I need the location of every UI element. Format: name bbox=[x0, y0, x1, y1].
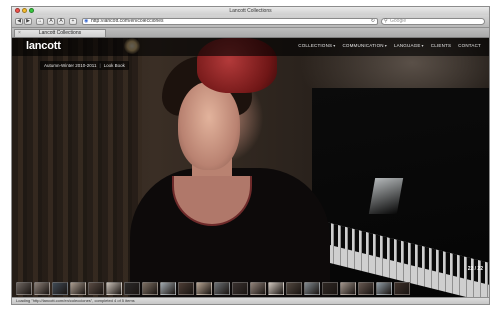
nav-label: COLLECTIONS bbox=[298, 43, 333, 48]
thumbnail[interactable] bbox=[88, 282, 104, 295]
tab-lancott-collections[interactable]: × Lancott Collections bbox=[14, 29, 106, 37]
reload-icon[interactable]: ↻ bbox=[371, 19, 375, 24]
back-arrow-icon: ◀ bbox=[17, 18, 21, 24]
nav-label: COMMUNICATION bbox=[342, 43, 384, 48]
thumbnail[interactable] bbox=[196, 282, 212, 295]
nav-language[interactable]: LANGUAGE ▾ bbox=[394, 43, 424, 48]
thumbnail[interactable] bbox=[214, 282, 230, 295]
thumbnail[interactable] bbox=[106, 282, 122, 295]
thumbnail[interactable] bbox=[52, 282, 68, 295]
address-text: http://lancott.com/en/colecciones bbox=[91, 18, 164, 24]
browser-window: Lancott Collections ◀ ▶ ⌂ A A + ◉ http:/… bbox=[11, 6, 490, 305]
thumbnail[interactable] bbox=[304, 282, 320, 295]
page-content: lancott COLLECTIONS ▾ COMMUNICATION ▾ LANG… bbox=[12, 38, 489, 299]
tab-label: Lancott Collections bbox=[38, 30, 82, 36]
thumbnail[interactable] bbox=[34, 282, 50, 295]
thumbnail[interactable] bbox=[160, 282, 176, 295]
thumbnail[interactable] bbox=[286, 282, 302, 295]
thumbnail[interactable] bbox=[178, 282, 194, 295]
search-icon: ⚲ bbox=[384, 18, 388, 24]
site-logo[interactable]: lancott bbox=[26, 39, 61, 53]
forward-button[interactable]: ▶ bbox=[24, 18, 32, 25]
nav-label: LANGUAGE bbox=[393, 43, 421, 48]
chevron-down-icon: ▾ bbox=[333, 43, 336, 48]
home-button[interactable]: ⌂ bbox=[36, 18, 44, 25]
thumbnail[interactable] bbox=[16, 282, 32, 295]
add-bookmark-button[interactable]: + bbox=[69, 18, 77, 25]
thumbnail[interactable] bbox=[376, 282, 392, 295]
nav-clients[interactable]: CLIENTS bbox=[431, 43, 451, 48]
text-larger-button[interactable]: A bbox=[57, 18, 65, 25]
model-face bbox=[178, 82, 240, 170]
search-placeholder: Google bbox=[390, 18, 407, 24]
thumbnail[interactable] bbox=[340, 282, 356, 295]
separator: | bbox=[99, 63, 101, 68]
globe-icon: ◉ bbox=[84, 18, 89, 24]
address-bar[interactable]: ◉ http://lancott.com/en/colecciones ↻ bbox=[82, 18, 378, 25]
thumbnail-strip bbox=[16, 282, 414, 295]
thumbnail[interactable] bbox=[322, 282, 338, 295]
season-link[interactable]: Autumn-Winter 2010-2011 bbox=[44, 63, 96, 68]
thumbnail[interactable] bbox=[394, 282, 410, 295]
thumbnail[interactable] bbox=[268, 282, 284, 295]
text-smaller-button[interactable]: A bbox=[47, 18, 55, 25]
nav-collections[interactable]: COLLECTIONS ▾ bbox=[298, 43, 335, 48]
plus-icon: + bbox=[71, 18, 75, 24]
nav-label: CLIENTS bbox=[430, 43, 452, 48]
back-button[interactable]: ◀ bbox=[15, 18, 23, 25]
lookbook-photo bbox=[12, 38, 489, 299]
site-nav: COLLECTIONS ▾ COMMUNICATION ▾ LANGUAGE ▾ CL… bbox=[298, 43, 481, 48]
title-bar: Lancott Collections bbox=[12, 7, 489, 15]
curtain-backdrop bbox=[12, 38, 142, 299]
lookbook-link[interactable]: Look Book bbox=[104, 63, 125, 68]
home-icon: ⌂ bbox=[38, 18, 42, 24]
thumbnail[interactable] bbox=[232, 282, 248, 295]
site-header: lancott COLLECTIONS ▾ COMMUNICATION ▾ LANG… bbox=[12, 38, 489, 56]
collection-subnav: Autumn-Winter 2010-2011 | Look Book bbox=[40, 61, 129, 70]
slide-counter: 22 / 22 bbox=[467, 266, 483, 272]
thumbnail[interactable] bbox=[358, 282, 374, 295]
browser-toolbar: ◀ ▶ ⌂ A A + ◉ http://lancott.com/en/cole… bbox=[12, 15, 489, 28]
thumbnail[interactable] bbox=[70, 282, 86, 295]
thumbnail[interactable] bbox=[250, 282, 266, 295]
nav-label: CONTACT bbox=[458, 43, 481, 48]
nav-contact[interactable]: CONTACT bbox=[458, 43, 481, 48]
status-bar: Loading "http://lancott.com/en/coleccion… bbox=[12, 297, 489, 304]
forward-arrow-icon: ▶ bbox=[26, 18, 30, 24]
window-title: Lancott Collections bbox=[229, 8, 272, 14]
chevron-down-icon: ▾ bbox=[384, 43, 387, 48]
text-smaller-icon: A bbox=[49, 18, 53, 24]
text-larger-icon: A bbox=[59, 18, 63, 24]
search-field[interactable]: ⚲ Google bbox=[381, 18, 485, 25]
thumbnail[interactable] bbox=[142, 282, 158, 295]
chevron-down-icon: ▾ bbox=[421, 43, 424, 48]
thumbnail[interactable] bbox=[124, 282, 140, 295]
close-tab-icon[interactable]: × bbox=[18, 30, 21, 37]
nav-communication[interactable]: COMMUNICATION ▾ bbox=[342, 43, 386, 48]
tab-bar: × Lancott Collections bbox=[12, 28, 489, 38]
